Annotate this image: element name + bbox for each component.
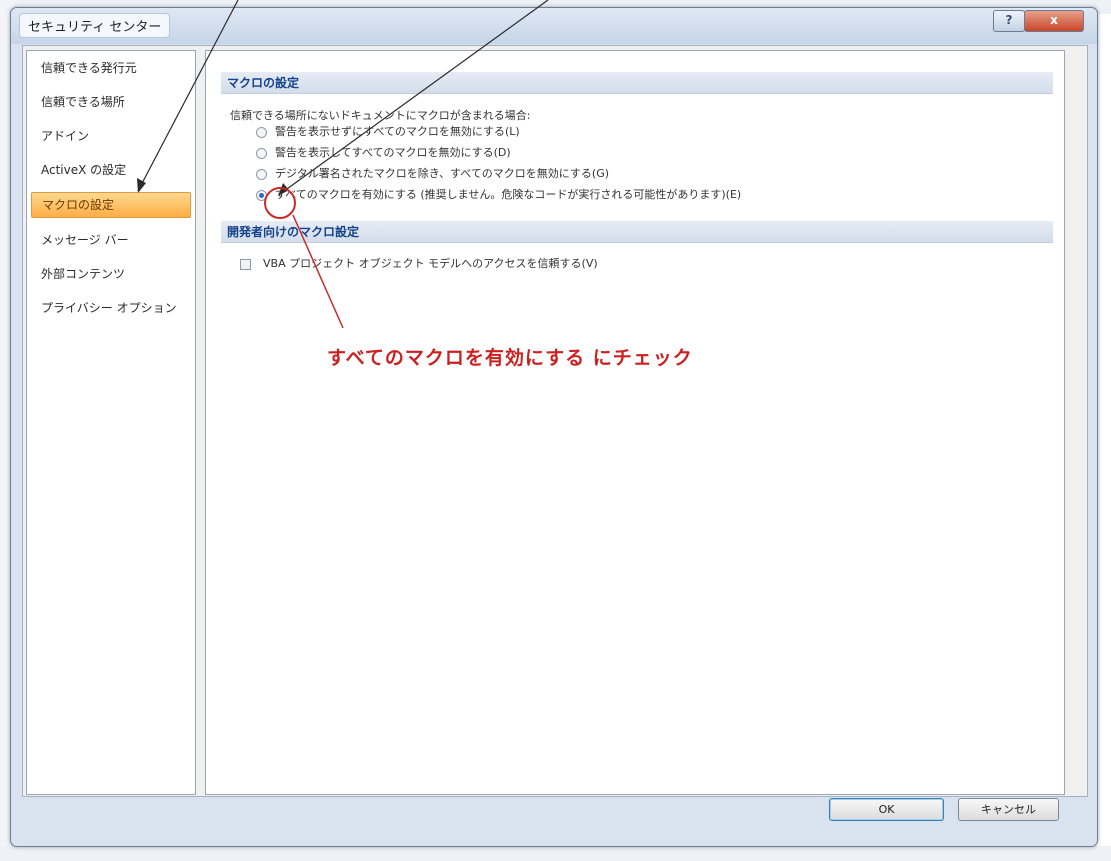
ok-button[interactable]: OK xyxy=(829,798,944,821)
option-enable-all-macros[interactable]: すべてのマクロを有効にする (推奨しません。危険なコードが実行される可能性があり… xyxy=(256,187,741,203)
close-button[interactable]: x xyxy=(1024,10,1084,32)
option-label: 警告を表示してすべてのマクロを無効にする(D) xyxy=(275,146,511,159)
sidebar-item-activex-settings[interactable]: ActiveX の設定 xyxy=(31,158,191,182)
title-bar: セキュリティ センター ? x xyxy=(11,8,1097,44)
option-label: デジタル署名されたマクロを除き、すべてのマクロを無効にする(G) xyxy=(275,167,610,180)
sidebar-item-privacy-options[interactable]: プライバシー オプション xyxy=(31,296,191,320)
sidebar-nav: 信頼できる発行元 信頼できる場所 アドイン ActiveX の設定 マクロの設定… xyxy=(26,50,196,795)
radio-button[interactable] xyxy=(256,168,267,180)
cancel-button[interactable]: キャンセル xyxy=(958,798,1059,821)
annotation-text: すべてのマクロを有効にする にチェック xyxy=(327,347,693,369)
window-title: セキュリティ センター xyxy=(19,13,171,38)
background-desktop-bottom xyxy=(0,846,1111,861)
option-trust-vba-object-model[interactable]: VBA プロジェクト オブジェクト モデルへのアクセスを信頼する(V) xyxy=(240,256,598,272)
radio-button-selected[interactable] xyxy=(256,189,267,201)
option-disable-except-signed[interactable]: デジタル署名されたマクロを除き、すべてのマクロを無効にする(G) xyxy=(256,166,609,182)
option-disable-all-without-notification[interactable]: 警告を表示せずにすべてのマクロを無効にする(L) xyxy=(256,124,520,140)
sidebar-item-message-bar[interactable]: メッセージ バー xyxy=(31,228,191,252)
macro-settings-description: 信頼できる場所にないドキュメントにマクロが含まれる場合: xyxy=(230,109,531,122)
option-label: 警告を表示せずにすべてのマクロを無効にする(L) xyxy=(275,125,520,138)
sidebar-item-macro-settings[interactable]: マクロの設定 xyxy=(31,192,191,218)
sidebar-item-trusted-publishers[interactable]: 信頼できる発行元 xyxy=(31,56,191,80)
checkbox[interactable] xyxy=(240,258,251,270)
developer-macro-settings-header: 開発者向けのマクロ設定 xyxy=(221,221,1053,243)
help-button[interactable]: ? xyxy=(993,10,1025,32)
settings-pane: マクロの設定 信頼できる場所にないドキュメントにマクロが含まれる場合: 警告を表… xyxy=(205,50,1065,795)
radio-button[interactable] xyxy=(256,147,267,159)
macro-settings-header: マクロの設定 xyxy=(221,72,1053,94)
option-disable-all-with-notification[interactable]: 警告を表示してすべてのマクロを無効にする(D) xyxy=(256,145,511,161)
sidebar-item-add-ins[interactable]: アドイン xyxy=(31,124,191,148)
option-label: すべてのマクロを有効にする (推奨しません。危険なコードが実行される可能性があり… xyxy=(275,188,742,201)
checkbox-label: VBA プロジェクト オブジェクト モデルへのアクセスを信頼する(V) xyxy=(263,257,598,270)
sidebar-item-trusted-locations[interactable]: 信頼できる場所 xyxy=(31,90,191,114)
radio-button[interactable] xyxy=(256,126,267,138)
sidebar-item-external-content[interactable]: 外部コンテンツ xyxy=(31,262,191,286)
